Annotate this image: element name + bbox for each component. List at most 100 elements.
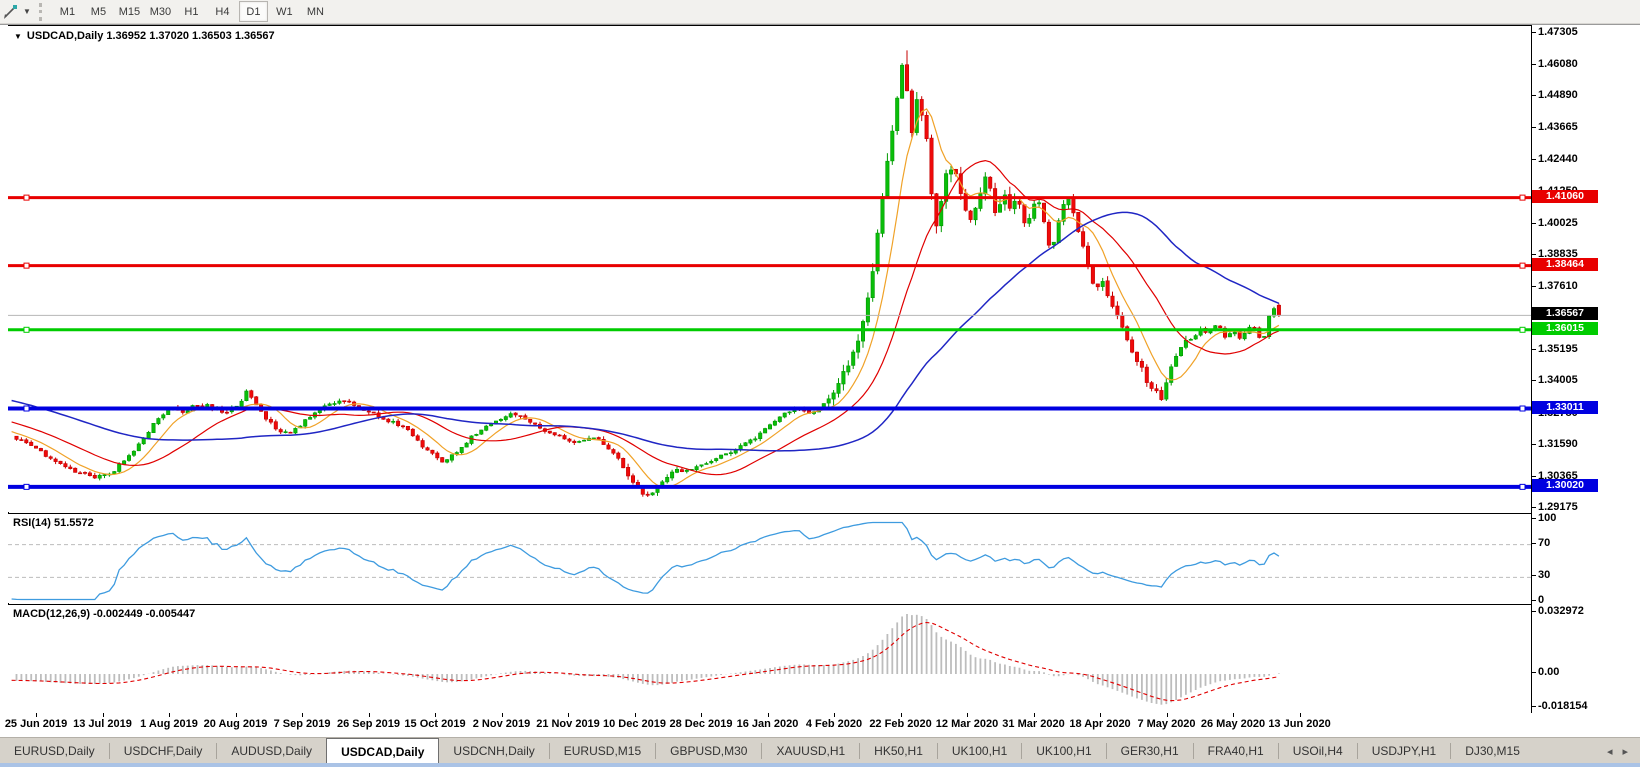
date-tick	[103, 713, 104, 717]
chart-tab-eurusd-m15[interactable]: EURUSD,M15	[550, 738, 655, 764]
macd-signal-line	[12, 623, 1279, 701]
timeframe-button-h1[interactable]: H1	[177, 1, 206, 22]
price-pane[interactable]	[8, 25, 1531, 512]
chart-tab-hk50-h1[interactable]: HK50,H1	[860, 738, 937, 764]
date-tick	[1300, 713, 1301, 717]
price-axis-tick: 1.34005	[1538, 374, 1578, 386]
moving-average-8	[12, 109, 1279, 487]
price-axis-tick: 1.40025	[1538, 217, 1578, 229]
hline-price-tag: 1.36015	[1532, 322, 1598, 335]
chart-tab-usdcad-daily[interactable]: USDCAD,Daily	[326, 738, 439, 764]
date-label: 7 May 2020	[1137, 718, 1195, 730]
line-drag-handle[interactable]	[24, 263, 29, 268]
chart-tab-gbpusd-m30[interactable]: GBPUSD,M30	[656, 738, 761, 764]
price-axis-tick: 1.31590	[1538, 438, 1578, 450]
tabs-scroll-left-icon[interactable]: ◂	[1607, 745, 1613, 758]
hline-price-tag: 1.30020	[1532, 479, 1598, 492]
date-label: 31 Mar 2020	[1002, 718, 1064, 730]
crosshair-tool-icon[interactable]	[3, 4, 19, 20]
date-tick	[768, 713, 769, 717]
hline-price-tag: 1.38464	[1532, 258, 1598, 271]
line-drag-handle[interactable]	[24, 195, 29, 200]
chart-title: ▼ USDCAD,Daily 1.36952 1.37020 1.36503 1…	[14, 30, 275, 42]
date-label: 22 Feb 2020	[869, 718, 931, 730]
chart-tab-eurusd-daily[interactable]: EURUSD,Daily	[0, 738, 109, 764]
date-tick	[1233, 713, 1234, 717]
line-drag-handle[interactable]	[24, 484, 29, 489]
chart-tab-usoil-h4[interactable]: USOil,H4	[1279, 738, 1357, 764]
date-tick	[834, 713, 835, 717]
date-label: 10 Dec 2019	[603, 718, 666, 730]
date-tick	[701, 713, 702, 717]
date-label: 12 Mar 2020	[936, 718, 998, 730]
window-bottom-edge	[0, 763, 1640, 767]
chart-tab-uk100-h1[interactable]: UK100,H1	[1022, 738, 1105, 764]
line-drag-handle[interactable]	[1520, 484, 1525, 489]
timeframe-button-m15[interactable]: M15	[115, 1, 144, 22]
macd-pane[interactable]	[8, 604, 1531, 714]
timeframe-buttons: M1M5M15M30H1H4D1W1MN	[52, 1, 331, 22]
chart-tab-usdchf-daily[interactable]: USDCHF,Daily	[110, 738, 217, 764]
timeframe-button-h4[interactable]: H4	[208, 1, 237, 22]
price-axis-tick: 1.37610	[1538, 280, 1578, 292]
line-drag-handle[interactable]	[24, 406, 29, 411]
timeframe-button-m5[interactable]: M5	[84, 1, 113, 22]
price-axis-tick: 1.35195	[1538, 343, 1578, 355]
line-drag-handle[interactable]	[1520, 327, 1525, 332]
line-drag-handle[interactable]	[1520, 263, 1525, 268]
timeframe-button-m30[interactable]: M30	[146, 1, 175, 22]
date-tick	[635, 713, 636, 717]
timeframe-button-m1[interactable]: M1	[53, 1, 82, 22]
date-tick	[236, 713, 237, 717]
chart-tab-usdcnh-daily[interactable]: USDCNH,Daily	[439, 738, 548, 764]
date-tick	[1100, 713, 1101, 717]
date-tick	[1167, 713, 1168, 717]
price-axis-tick: 1.44890	[1538, 89, 1578, 101]
date-label: 13 Jul 2019	[73, 718, 132, 730]
chart-tab-audusd-daily[interactable]: AUDUSD,Daily	[217, 738, 326, 764]
macd-indicator-label: MACD(12,26,9) -0.002449 -0.005447	[13, 608, 195, 620]
date-label: 25 Jun 2019	[5, 718, 67, 730]
date-axis[interactable]: 25 Jun 201913 Jul 20191 Aug 201920 Aug 2…	[8, 713, 1531, 736]
chart-tab-fra40-h1[interactable]: FRA40,H1	[1194, 738, 1278, 764]
date-tick	[435, 713, 436, 717]
chart-collapse-icon[interactable]: ▼	[14, 32, 22, 41]
candles	[15, 50, 1281, 497]
date-tick	[502, 713, 503, 717]
date-label: 21 Nov 2019	[536, 718, 600, 730]
chart-tab-xauusd-h1[interactable]: XAUUSD,H1	[762, 738, 859, 764]
tool-dropdown-icon[interactable]: ▼	[23, 7, 31, 16]
chart-title-text: USDCAD,Daily 1.36952 1.37020 1.36503 1.3…	[27, 30, 275, 42]
line-drag-handle[interactable]	[1520, 406, 1525, 411]
date-label: 4 Feb 2020	[806, 718, 862, 730]
hline-price-tag: 1.41060	[1532, 190, 1598, 203]
rsi-indicator-label: RSI(14) 51.5572	[13, 517, 94, 529]
current-price-tag: 1.36567	[1532, 307, 1598, 320]
timeframe-button-d1[interactable]: D1	[239, 1, 268, 22]
rsi-axis-tick: 70	[1538, 537, 1550, 549]
timeframe-button-w1[interactable]: W1	[270, 1, 299, 22]
rsi-pane[interactable]	[8, 513, 1531, 603]
date-tick	[302, 713, 303, 717]
chart-tab-uk100-h1[interactable]: UK100,H1	[938, 738, 1021, 764]
timeframe-button-mn[interactable]: MN	[301, 1, 330, 22]
rsi-axis-tick: 30	[1538, 569, 1550, 581]
rsi-axis-tick: 100	[1538, 512, 1556, 524]
top-toolbar: ▼ M1M5M15M30H1H4D1W1MN	[0, 0, 1640, 24]
date-label: 2 Nov 2019	[473, 718, 530, 730]
macd-axis-tick: 0.032972	[1538, 605, 1584, 617]
chart-tab-usdjpy-h1[interactable]: USDJPY,H1	[1358, 738, 1450, 764]
date-label: 13 Jun 2020	[1268, 718, 1330, 730]
line-drag-handle[interactable]	[1520, 195, 1525, 200]
date-label: 28 Dec 2019	[670, 718, 733, 730]
date-label: 16 Jan 2020	[737, 718, 799, 730]
tabs-scroll-right-icon[interactable]: ▸	[1622, 745, 1628, 758]
date-tick	[568, 713, 569, 717]
chart-tab-dj30-m15[interactable]: DJ30,M15	[1451, 738, 1534, 764]
date-label: 18 Apr 2020	[1069, 718, 1130, 730]
date-label: 26 May 2020	[1201, 718, 1265, 730]
toolbar-drag-handle[interactable]	[39, 3, 48, 21]
date-label: 26 Sep 2019	[337, 718, 400, 730]
line-drag-handle[interactable]	[24, 327, 29, 332]
chart-tab-ger30-h1[interactable]: GER30,H1	[1107, 738, 1193, 764]
